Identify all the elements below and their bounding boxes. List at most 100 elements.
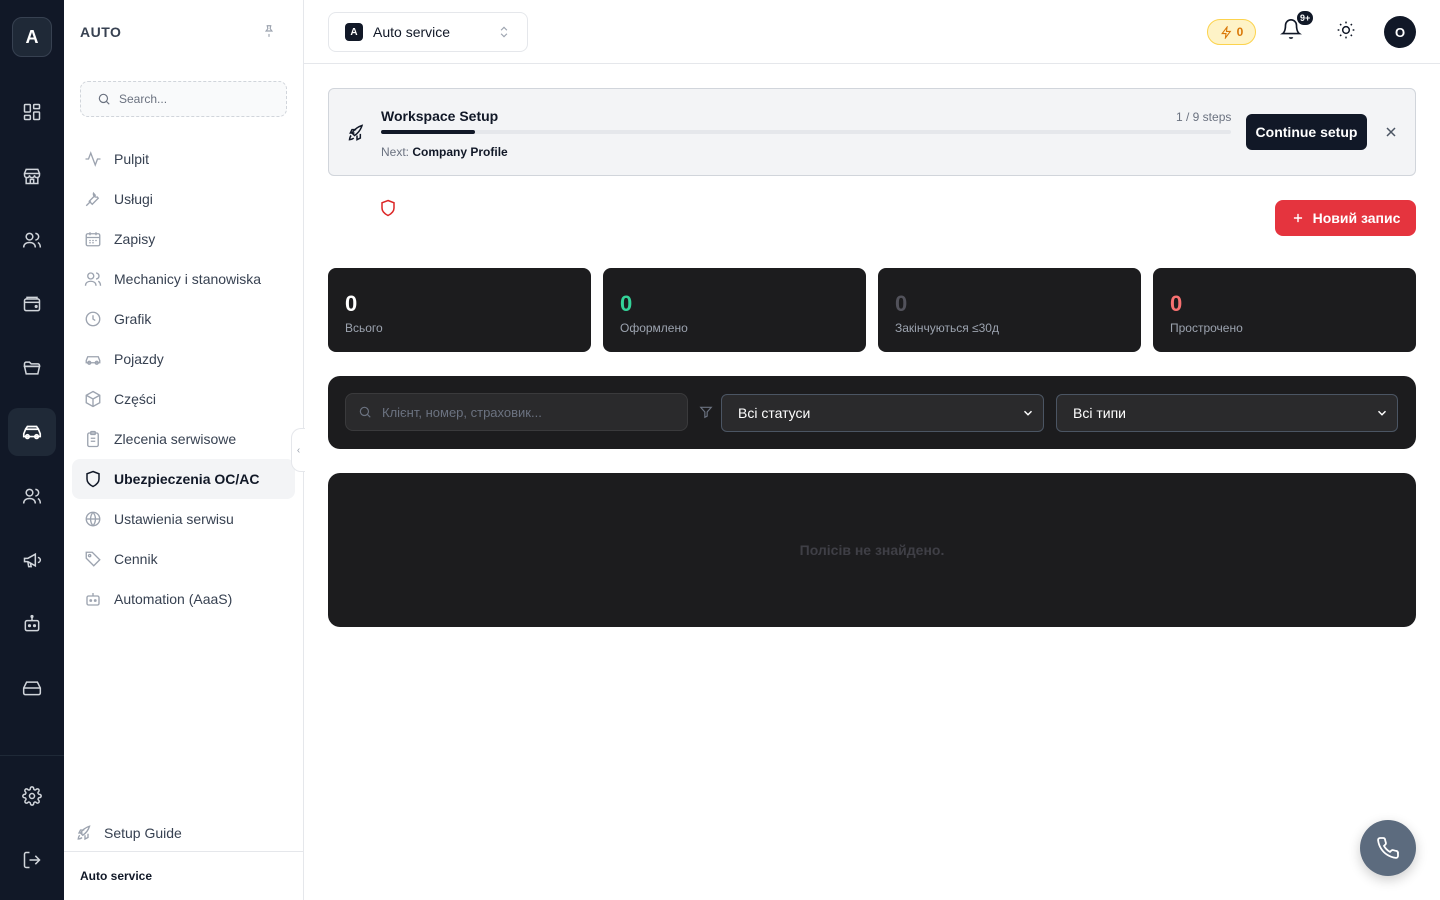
close-icon[interactable]	[1383, 124, 1399, 140]
workspace-select[interactable]: A Auto service	[328, 12, 528, 52]
status-select-value: Всі статуси	[738, 405, 811, 421]
stat-label: Всього	[345, 321, 383, 335]
rail-drive-icon[interactable]	[8, 664, 56, 712]
workspace-name: Auto service	[373, 24, 451, 40]
sidebar-item-label: Zlecenia serwisowe	[114, 431, 237, 447]
empty-state-text: Полісів не знайдено.	[799, 542, 945, 558]
sidebar: AUTO Search... Pulpit Usługi Zapisy Mech…	[64, 0, 304, 900]
stat-label: Закінчуються ≤30д	[895, 321, 999, 335]
shield-icon	[379, 199, 397, 217]
sidebar-collapse-handle[interactable]: ‹	[291, 428, 305, 472]
plus-icon	[1291, 211, 1305, 225]
sidebar-item-label: Usługi	[114, 191, 153, 207]
sidebar-title: AUTO	[80, 24, 122, 40]
stat-value: 0	[345, 291, 358, 316]
rail-folder-icon[interactable]	[8, 344, 56, 392]
search-icon	[358, 405, 372, 419]
setup-guide-label: Setup Guide	[104, 825, 182, 841]
sidebar-item-label: Pulpit	[114, 151, 150, 167]
rail-logout-icon[interactable]	[8, 836, 56, 884]
rail-bot-icon[interactable]	[8, 600, 56, 648]
sidebar-item-mechanicy[interactable]: Mechanicy i stanowiska	[72, 259, 295, 299]
banner-next-label: Next:	[381, 145, 410, 159]
rail-users-icon[interactable]	[8, 216, 56, 264]
sidebar-search-placeholder: Search...	[119, 92, 168, 106]
sidebar-item-zlecenia[interactable]: Zlecenia serwisowe	[72, 419, 295, 459]
sidebar-footer-workspace: Auto service	[64, 851, 303, 900]
clipboard-icon	[84, 430, 102, 448]
sidebar-item-label: Pojazdy	[114, 351, 164, 367]
credits-count: 0	[1236, 25, 1244, 39]
app-logo[interactable]: A	[12, 17, 52, 57]
sidebar-item-pulpit[interactable]: Pulpit	[72, 139, 295, 179]
rail-wallet-icon[interactable]	[8, 280, 56, 328]
chevron-updown-icon	[497, 25, 511, 39]
stat-label: Оформлено	[620, 321, 688, 335]
sidebar-item-grafik[interactable]: Grafik	[72, 299, 295, 339]
rail-car-icon[interactable]	[8, 408, 56, 456]
sun-icon[interactable]	[1336, 20, 1356, 40]
stat-label: Прострочено	[1170, 321, 1243, 335]
policy-search-placeholder: Клієнт, номер, страховик...	[382, 404, 542, 420]
wrench-icon	[84, 190, 102, 208]
globe-icon	[84, 510, 102, 528]
sidebar-item-pojazdy[interactable]: Pojazdy	[72, 339, 295, 379]
new-record-label: Новий запис	[1312, 210, 1401, 226]
status-select[interactable]: Всі статуси	[721, 394, 1044, 432]
workspace-setup-banner: Workspace Setup 1 / 9 steps Next: Compan…	[328, 88, 1416, 176]
rail-team-icon[interactable]	[8, 472, 56, 520]
phone-icon	[1376, 836, 1400, 860]
rail-megaphone-icon[interactable]	[8, 536, 56, 584]
stat-card-overdue: 0 Прострочено	[1153, 268, 1416, 352]
rail-dashboard-icon[interactable]	[8, 88, 56, 136]
continue-setup-button[interactable]: Continue setup	[1246, 114, 1367, 150]
avatar[interactable]: O	[1384, 16, 1416, 48]
rail-store-icon[interactable]	[8, 152, 56, 200]
setup-progress-bar	[381, 130, 1231, 134]
notifications-badge: 9+	[1296, 10, 1315, 26]
chevron-down-icon	[1375, 406, 1389, 420]
lightning-icon	[1220, 25, 1233, 39]
policy-search-input[interactable]: Клієнт, номер, страховик...	[345, 393, 688, 431]
setup-guide-link[interactable]: Setup Guide	[76, 818, 182, 848]
sidebar-item-label: Cennik	[114, 551, 158, 567]
sidebar-item-cennik[interactable]: Cennik	[72, 539, 295, 579]
sidebar-item-ustawienia[interactable]: Ustawienia serwisu	[72, 499, 295, 539]
rail-settings-icon[interactable]	[8, 772, 56, 820]
sidebar-nav: Pulpit Usługi Zapisy Mechanicy i stanowi…	[72, 139, 295, 619]
new-record-button[interactable]: Новий запис	[1275, 200, 1416, 236]
sidebar-item-label: Ubezpieczenia OC/AC	[114, 471, 260, 487]
topbar: A Auto service 0 9+ O	[304, 0, 1440, 64]
banner-title: Workspace Setup	[381, 108, 499, 124]
phone-call-button[interactable]	[1360, 820, 1416, 876]
tag-icon	[84, 550, 102, 568]
type-select-value: Всі типи	[1073, 405, 1126, 421]
pin-icon[interactable]	[262, 24, 276, 38]
shield-icon	[84, 470, 102, 488]
policies-empty-state: Полісів не знайдено.	[328, 473, 1416, 627]
chevron-down-icon	[1021, 406, 1035, 420]
clock-icon	[84, 310, 102, 328]
rocket-icon	[347, 123, 367, 143]
sidebar-item-label: Mechanicy i stanowiska	[114, 271, 262, 287]
stat-value: 0	[895, 291, 908, 316]
workspace-badge: A	[345, 23, 363, 41]
sidebar-item-automation[interactable]: Automation (AaaS)	[72, 579, 295, 619]
credits-badge[interactable]: 0	[1207, 19, 1256, 45]
rocket-icon	[76, 824, 94, 842]
sidebar-item-label: Części	[114, 391, 157, 407]
sidebar-item-uslugi[interactable]: Usługi	[72, 179, 295, 219]
users-icon	[84, 270, 102, 288]
rail-divider	[0, 755, 64, 756]
sidebar-item-zapisy[interactable]: Zapisy	[72, 219, 295, 259]
sidebar-search-input[interactable]: Search...	[80, 81, 287, 117]
sidebar-item-ubezpieczenia[interactable]: Ubezpieczenia OC/AC	[72, 459, 295, 499]
calendar-icon	[84, 230, 102, 248]
filters-panel: Клієнт, номер, страховик... Всі статуси …	[328, 376, 1416, 449]
box-icon	[84, 390, 102, 408]
sidebar-item-label: Zapisy	[114, 231, 156, 247]
search-icon	[97, 92, 111, 106]
sidebar-item-czesci[interactable]: Części	[72, 379, 295, 419]
type-select[interactable]: Всі типи	[1056, 394, 1398, 432]
sidebar-item-label: Automation (AaaS)	[114, 591, 233, 607]
